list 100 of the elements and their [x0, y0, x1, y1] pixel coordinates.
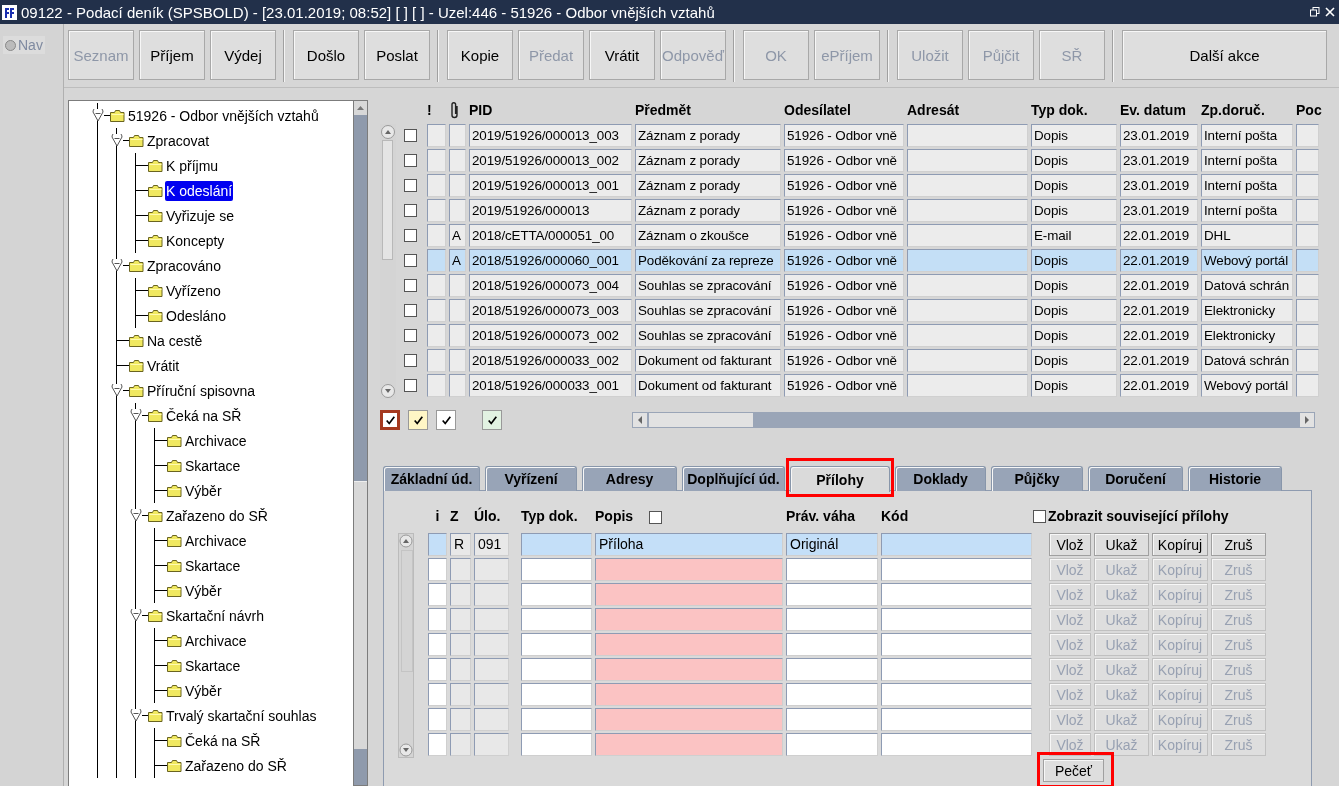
tab[interactable]: Historie [1188, 466, 1282, 491]
expander-icon[interactable] [92, 109, 104, 122]
row-checkbox[interactable] [403, 379, 417, 392]
input-field[interactable] [521, 533, 592, 556]
tree-item[interactable]: Archivace [184, 630, 248, 651]
input-field[interactable]: Příloha [595, 533, 783, 556]
expander-icon[interactable] [111, 134, 123, 147]
header-checkbox[interactable] [649, 510, 663, 524]
row-checkbox[interactable] [403, 229, 417, 242]
toolbar-button[interactable]: Další akce [1122, 30, 1327, 80]
tree-item[interactable]: Čeká na SŘ [184, 730, 262, 751]
scroll-thumb[interactable] [382, 140, 393, 260]
input-field[interactable] [450, 583, 471, 606]
tree-item[interactable]: Skartační návrh [165, 605, 266, 626]
input-field[interactable] [595, 583, 783, 606]
tab[interactable]: Vyřízení [485, 466, 577, 491]
checkbox[interactable] [1033, 509, 1046, 523]
tree-item[interactable]: Vyřízeno [165, 280, 222, 301]
row-action-button[interactable]: Zruš [1211, 533, 1266, 556]
row-checkbox[interactable] [403, 354, 417, 367]
row-action-button[interactable]: Ukaž [1094, 533, 1149, 556]
tree-item[interactable]: Archivace [184, 430, 248, 451]
tree-item[interactable]: Odesláno [165, 305, 227, 326]
input-field[interactable] [428, 583, 447, 606]
row-checkbox[interactable] [403, 279, 417, 292]
tree-item[interactable]: Výběr [184, 480, 223, 501]
tree-item[interactable]: Zpracováno [146, 255, 222, 276]
tab[interactable]: Doručení [1088, 466, 1183, 491]
input-field[interactable] [521, 558, 592, 581]
input-field[interactable] [428, 708, 447, 731]
scroll-left-icon[interactable] [633, 413, 647, 427]
seal-button[interactable]: Pečeť [1043, 759, 1104, 782]
tree-item[interactable]: K příjmu [165, 155, 220, 176]
input-field[interactable]: 091 [474, 533, 509, 556]
scroll-up-icon[interactable] [354, 101, 368, 115]
row-checkbox[interactable] [403, 179, 417, 192]
toolbar-button[interactable]: Příjem [139, 30, 205, 80]
expander-icon[interactable] [130, 509, 142, 522]
input-field[interactable] [881, 583, 1032, 606]
toolbar-button[interactable]: Kopie [447, 30, 513, 80]
input-field[interactable] [521, 733, 592, 756]
input-field[interactable] [595, 708, 783, 731]
input-field[interactable] [474, 633, 509, 656]
input-field[interactable] [474, 658, 509, 681]
input-field[interactable] [881, 683, 1032, 706]
input-field[interactable] [428, 608, 447, 631]
tree-item[interactable]: Čeká na SŘ [165, 405, 243, 426]
input-field[interactable] [786, 558, 878, 581]
tab[interactable]: Adresy [582, 466, 677, 491]
tree-item[interactable]: Příruční spisovna [146, 380, 257, 401]
input-field[interactable] [428, 633, 447, 656]
scrollbar[interactable] [398, 533, 414, 758]
tree-item[interactable]: 51926 - Odbor vnějších vztahů [127, 105, 320, 126]
input-field[interactable] [428, 683, 447, 706]
row-action-button[interactable]: Vlož [1049, 533, 1091, 556]
input-field[interactable] [428, 658, 447, 681]
tree-item[interactable]: Skartace [184, 455, 242, 476]
tree-item[interactable]: Vyřizuje se [165, 205, 235, 226]
input-field[interactable] [881, 558, 1032, 581]
scroll-right-icon[interactable] [1300, 413, 1314, 427]
row-checkbox[interactable] [403, 204, 417, 217]
tab[interactable]: Půjčky [991, 466, 1083, 491]
input-field[interactable] [474, 608, 509, 631]
expander-icon[interactable] [111, 259, 123, 272]
input-field[interactable] [595, 608, 783, 631]
input-field[interactable] [786, 683, 878, 706]
tab[interactable]: Doklady [895, 466, 986, 491]
input-field[interactable] [786, 733, 878, 756]
input-field[interactable] [521, 683, 592, 706]
tree-item[interactable]: Zařazeno do SŘ [165, 505, 269, 526]
tree-item[interactable]: K odeslání [165, 180, 234, 201]
input-field[interactable] [428, 558, 447, 581]
input-field[interactable] [881, 608, 1032, 631]
row-checkbox[interactable] [403, 129, 417, 142]
input-field[interactable] [474, 733, 509, 756]
input-field[interactable] [450, 558, 471, 581]
input-field[interactable] [521, 658, 592, 681]
toolbar-button[interactable]: Vrátit [589, 30, 655, 80]
row-action-button[interactable]: Kopíruj [1152, 533, 1208, 556]
tree-item[interactable]: Výběr [184, 680, 223, 701]
tree-item[interactable]: Výběr [184, 580, 223, 601]
scroll-thumb[interactable] [401, 550, 413, 672]
scroll-thumb[interactable] [649, 413, 753, 427]
tab[interactable]: Přílohy [790, 466, 890, 492]
toolbar-button[interactable]: Výdej [210, 30, 276, 80]
input-field[interactable] [428, 733, 447, 756]
input-field[interactable] [595, 658, 783, 681]
expander-icon[interactable] [130, 709, 142, 722]
input-field[interactable] [595, 558, 783, 581]
input-field[interactable] [595, 683, 783, 706]
tree-item[interactable]: Archivace [184, 530, 248, 551]
input-field[interactable] [450, 608, 471, 631]
expander-icon[interactable] [130, 409, 142, 422]
input-field[interactable] [521, 708, 592, 731]
input-field[interactable] [521, 583, 592, 606]
tab[interactable]: Doplňující úd. [682, 466, 785, 491]
scrollbar[interactable] [632, 412, 1315, 428]
input-field[interactable] [786, 583, 878, 606]
input-field[interactable] [450, 733, 471, 756]
tree-item[interactable]: Zpracovat [146, 130, 211, 151]
